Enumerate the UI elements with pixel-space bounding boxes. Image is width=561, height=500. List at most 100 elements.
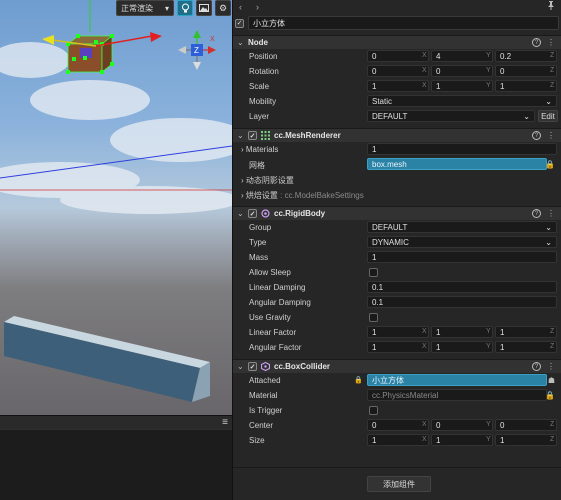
gizmo-x-arrow[interactable]: [150, 32, 162, 42]
mesh-asset-field[interactable]: box.mesh: [367, 158, 547, 170]
linear-factor-x-field[interactable]: 1: [367, 326, 429, 338]
shadow-settings-text: 动态阴影设置: [245, 176, 294, 185]
component-enabled-checkbox[interactable]: ✓: [248, 362, 257, 371]
add-component-button[interactable]: 添加组件: [367, 476, 431, 492]
lock-icon[interactable]: 🔒: [545, 391, 555, 400]
mass-label: Mass: [249, 253, 269, 262]
attached-node-field[interactable]: 小立方体: [367, 374, 547, 386]
help-icon[interactable]: ?: [532, 131, 541, 140]
ground-box[interactable]: [4, 316, 210, 402]
shading-mode-select[interactable]: 正常渲染 ▾: [116, 0, 174, 16]
rotation-y-value: 0: [436, 66, 441, 76]
axis-x-label: X: [422, 328, 427, 335]
use-gravity-checkbox[interactable]: [369, 313, 378, 322]
center-x-field[interactable]: 0: [367, 419, 429, 431]
more-icon[interactable]: ⋮: [547, 131, 555, 140]
node-active-checkbox[interactable]: ✓: [235, 18, 244, 28]
node-link-icon[interactable]: ☗: [548, 376, 555, 385]
center-y-field[interactable]: 0: [431, 419, 493, 431]
is-trigger-checkbox[interactable]: [369, 406, 378, 415]
type-value: DYNAMIC: [372, 237, 409, 247]
help-icon[interactable]: ?: [532, 362, 541, 371]
mesh-asset-value: box.mesh: [372, 159, 407, 169]
node-name-input[interactable]: 小立方体: [248, 16, 559, 30]
position-z-field[interactable]: 0.2: [495, 50, 557, 62]
shadow-settings-label[interactable]: › 动态阴影设置: [241, 175, 294, 186]
axis-z-label: Z: [550, 421, 555, 428]
materials-count-field[interactable]: 1: [367, 143, 557, 155]
help-icon[interactable]: ?: [532, 38, 541, 47]
mobility-select[interactable]: Static ⌄: [367, 95, 557, 107]
collapse-caret-icon[interactable]: ⌄: [237, 209, 244, 218]
box-collider-header[interactable]: ⌄ ✓ cc.BoxCollider ? ⋮: [233, 359, 561, 373]
selected-cube[interactable]: [66, 34, 114, 74]
scene-canvas[interactable]: X Z: [0, 0, 232, 415]
materials-label[interactable]: › Materials: [241, 145, 278, 154]
rotation-y-field[interactable]: 0: [431, 65, 493, 77]
angular-factor-y-field[interactable]: 1: [431, 341, 493, 353]
help-icon[interactable]: ?: [532, 209, 541, 218]
rotation-x-field[interactable]: 0: [367, 65, 429, 77]
lock-icon[interactable]: 🔒: [545, 160, 555, 169]
chevron-down-icon: ⌄: [545, 222, 552, 232]
gear-icon[interactable]: ⚙: [215, 0, 231, 16]
menu-icon[interactable]: ≡: [222, 417, 228, 428]
group-select[interactable]: DEFAULT ⌄: [367, 221, 557, 233]
center-z-field[interactable]: 0: [495, 419, 557, 431]
physics-material-field[interactable]: cc.PhysicsMaterial: [367, 389, 547, 401]
size-x-field[interactable]: 1: [367, 434, 429, 446]
layer-select[interactable]: DEFAULT ⌄: [367, 110, 535, 122]
scale-z-field[interactable]: 1: [495, 80, 557, 92]
lightbulb-icon[interactable]: [177, 0, 193, 16]
rotation-z-field[interactable]: 0: [495, 65, 557, 77]
image-icon[interactable]: [196, 0, 212, 16]
collapse-caret-icon[interactable]: ⌄: [237, 362, 244, 371]
mass-field[interactable]: 1: [367, 251, 557, 263]
bake-settings-row[interactable]: › 烘焙设置 : cc.ModelBakeSettings: [233, 187, 561, 202]
scale-y-field[interactable]: 1: [431, 80, 493, 92]
linear-factor-y-field[interactable]: 1: [431, 326, 493, 338]
position-z-value: 0.2: [500, 51, 512, 61]
axis-x-label: X: [422, 421, 427, 428]
angular-factor-z-value: 1: [500, 342, 505, 352]
materials-count-value: 1: [372, 144, 377, 154]
size-y-field[interactable]: 1: [431, 434, 493, 446]
forward-arrow-icon[interactable]: ›: [256, 2, 259, 12]
angular-factor-z-field[interactable]: 1: [495, 341, 557, 353]
angular-factor-x-field[interactable]: 1: [367, 341, 429, 353]
back-arrow-icon[interactable]: ‹: [239, 2, 242, 12]
allow-sleep-checkbox[interactable]: [369, 268, 378, 277]
linear-factor-z-field[interactable]: 1: [495, 326, 557, 338]
more-icon[interactable]: ⋮: [547, 209, 555, 218]
angular-damping-field[interactable]: 0.1: [367, 296, 557, 308]
rigid-body-header[interactable]: ⌄ ✓ cc.RigidBody ? ⋮: [233, 206, 561, 220]
position-row: Position 0 X 4 Y 0.2 Z: [233, 49, 561, 64]
collapse-caret-icon[interactable]: ⌄: [237, 38, 244, 47]
linear-damping-field[interactable]: 0.1: [367, 281, 557, 293]
bake-settings-label[interactable]: › 烘焙设置 : cc.ModelBakeSettings: [241, 190, 364, 201]
scale-x-field[interactable]: 1: [367, 80, 429, 92]
mesh-renderer-header[interactable]: ⌄ ✓ cc.MeshRenderer ? ⋮: [233, 128, 561, 142]
size-z-field[interactable]: 1: [495, 434, 557, 446]
node-section-header[interactable]: ⌄ Node ? ⋮: [233, 35, 561, 49]
shading-mode-value: 正常渲染: [121, 3, 153, 13]
angular-damping-label: Angular Damping: [249, 298, 311, 307]
type-select[interactable]: DYNAMIC ⌄: [367, 236, 557, 248]
more-icon[interactable]: ⋮: [547, 362, 555, 371]
component-enabled-checkbox[interactable]: ✓: [248, 131, 257, 140]
collapse-caret-icon[interactable]: ⌄: [237, 131, 244, 140]
position-x-field[interactable]: 0: [367, 50, 429, 62]
pin-icon[interactable]: [547, 1, 555, 12]
more-icon[interactable]: ⋮: [547, 38, 555, 47]
group-row: Group DEFAULT ⌄: [233, 220, 561, 235]
scene-viewport[interactable]: X Z 正常渲染 ▾ ⚙: [0, 0, 232, 415]
axis-x-label: X: [422, 436, 427, 443]
shadow-settings-row[interactable]: › 动态阴影设置: [233, 172, 561, 187]
scale-y-value: 1: [436, 81, 441, 91]
axis-x-label: X: [422, 52, 427, 59]
position-y-field[interactable]: 4: [431, 50, 493, 62]
layer-edit-button[interactable]: Edit: [538, 110, 558, 122]
component-enabled-checkbox[interactable]: ✓: [248, 209, 257, 218]
linear-damping-label: Linear Damping: [249, 283, 306, 292]
chevron-down-icon: ⌄: [545, 96, 552, 106]
